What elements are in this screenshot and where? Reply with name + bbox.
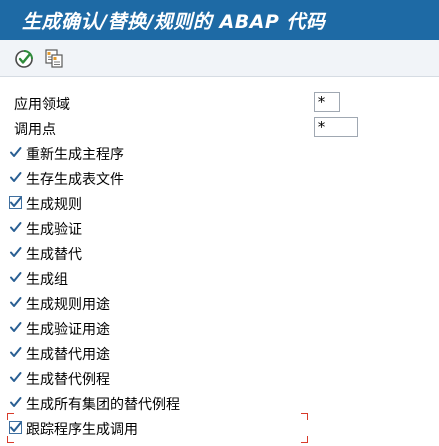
title-bar: 生成确认/替换/规则的 ABAP 代码 bbox=[0, 0, 439, 40]
checkbox-generate-substitutions[interactable]: 生成替代 bbox=[9, 243, 429, 263]
checkbox-generate-validations[interactable]: 生成验证 bbox=[9, 218, 429, 238]
checkbox-regenerate-main-program[interactable]: 重新生成主程序 bbox=[9, 143, 429, 163]
page-title: 生成确认/替换/规则的 ABAP 代码 bbox=[22, 11, 326, 33]
checkbox-label: 生成替代 bbox=[26, 247, 82, 263]
callup-point-input[interactable] bbox=[314, 117, 358, 137]
checkbox-checked-icon[interactable] bbox=[9, 271, 22, 284]
checkbox-checked-icon[interactable] bbox=[9, 196, 22, 209]
checkbox-label: 生成验证 bbox=[26, 222, 82, 238]
checkbox-checked-icon[interactable] bbox=[9, 171, 22, 184]
field-label: 应用领域 bbox=[14, 97, 70, 113]
checkbox-checked-icon[interactable] bbox=[9, 346, 22, 359]
checkbox-trace-program-generation-call[interactable]: 跟踪程序生成调用 bbox=[9, 418, 429, 438]
checkbox-label: 生存生成表文件 bbox=[26, 172, 124, 188]
checkbox-label: 生成规则用途 bbox=[26, 297, 110, 313]
checkbox-checked-icon[interactable] bbox=[9, 321, 22, 334]
execute-button[interactable] bbox=[14, 48, 36, 70]
checkbox-checked-icon[interactable] bbox=[9, 371, 22, 384]
checkbox-generate-substitution-usage[interactable]: 生成替代用途 bbox=[9, 343, 429, 363]
field-row-callup-point: 调用点 bbox=[14, 117, 434, 139]
checkbox-generate-substitution-exits-all-clients[interactable]: 生成所有集团的替代例程 bbox=[9, 393, 429, 413]
application-area-input[interactable] bbox=[314, 92, 340, 112]
application-toolbar bbox=[0, 40, 439, 77]
checkbox-checked-icon[interactable] bbox=[9, 146, 22, 159]
checkbox-generate-rule-usage[interactable]: 生成规则用途 bbox=[9, 293, 429, 313]
checkbox-checked-icon[interactable] bbox=[9, 296, 22, 309]
checkbox-label: 生成组 bbox=[26, 272, 68, 288]
field-row-application-area: 应用领域 bbox=[14, 92, 434, 114]
get-variant-button[interactable] bbox=[43, 48, 65, 70]
field-label: 调用点 bbox=[14, 122, 56, 138]
variant-icon bbox=[43, 48, 65, 70]
checkbox-label: 生成规则 bbox=[26, 197, 82, 213]
checkbox-label: 跟踪程序生成调用 bbox=[26, 422, 138, 438]
checkbox-generate-substitution-exits[interactable]: 生成替代例程 bbox=[9, 368, 429, 388]
checkbox-checked-icon[interactable] bbox=[9, 421, 22, 434]
checkbox-label: 生成替代例程 bbox=[26, 372, 110, 388]
checkbox-generate-sets[interactable]: 生成组 bbox=[9, 268, 429, 288]
checkbox-generate-rules[interactable]: 生成规则 bbox=[9, 193, 429, 213]
checkbox-generate-validation-usage[interactable]: 生成验证用途 bbox=[9, 318, 429, 338]
checkbox-label: 生成替代用途 bbox=[26, 347, 110, 363]
execute-icon bbox=[14, 48, 36, 70]
checkbox-generate-table-files[interactable]: 生存生成表文件 bbox=[9, 168, 429, 188]
checkbox-label: 重新生成主程序 bbox=[26, 147, 124, 163]
checkbox-checked-icon[interactable] bbox=[9, 221, 22, 234]
checkbox-checked-icon[interactable] bbox=[9, 246, 22, 259]
checkbox-label: 生成所有集团的替代例程 bbox=[26, 397, 180, 413]
checkbox-checked-icon[interactable] bbox=[9, 396, 22, 409]
checkbox-label: 生成验证用途 bbox=[26, 322, 110, 338]
